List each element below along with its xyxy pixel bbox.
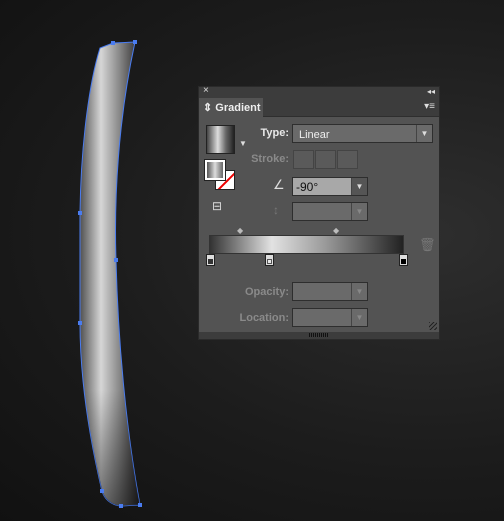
midpoint-diamond[interactable]: ◆ bbox=[333, 226, 339, 235]
chevron-down-icon[interactable]: ▼ bbox=[416, 125, 432, 142]
tab-label: Gradient bbox=[215, 102, 261, 114]
stroke-options bbox=[293, 150, 358, 169]
location-input[interactable]: ▼ bbox=[292, 308, 368, 327]
stroke-label: Stroke: bbox=[251, 153, 289, 165]
trash-icon[interactable]: 🗑 bbox=[419, 237, 436, 253]
color-stop[interactable] bbox=[399, 254, 408, 266]
close-icon[interactable]: × bbox=[203, 85, 209, 96]
chevron-down-icon[interactable]: ▼ bbox=[351, 309, 367, 326]
chevron-down-icon[interactable]: ▼ bbox=[351, 203, 367, 220]
panel-grip[interactable] bbox=[199, 332, 439, 339]
gradient-slider[interactable] bbox=[209, 235, 404, 254]
type-value: Linear bbox=[299, 129, 330, 141]
gradient-panel: × ◂◂ ⇕ Gradient ▾≡ ▼ ⊟ Type: Linear ▼ Strok… bbox=[198, 85, 440, 340]
thumbnail-dropdown-icon[interactable]: ▼ bbox=[239, 139, 247, 148]
collapse-icon[interactable]: ◂◂ bbox=[427, 87, 435, 96]
resize-handle[interactable] bbox=[429, 322, 437, 330]
aspect-ratio-input[interactable]: ▼ bbox=[292, 202, 368, 221]
color-stop[interactable] bbox=[265, 254, 274, 266]
angle-value: -90° bbox=[296, 180, 319, 194]
type-select[interactable]: Linear ▼ bbox=[292, 124, 433, 143]
angle-icon: ∠ bbox=[273, 177, 285, 192]
opacity-input[interactable]: ▼ bbox=[292, 282, 368, 301]
midpoint-diamond[interactable]: ◆ bbox=[237, 226, 243, 235]
stroke-across-button[interactable] bbox=[337, 150, 358, 169]
stroke-along-button[interactable] bbox=[315, 150, 336, 169]
fill-swatch[interactable] bbox=[204, 159, 226, 181]
angle-input[interactable]: -90° ▼ bbox=[292, 177, 368, 196]
chevron-down-icon[interactable]: ▼ bbox=[351, 178, 367, 195]
chevron-down-icon[interactable]: ▼ bbox=[351, 283, 367, 300]
location-label: Location: bbox=[239, 312, 290, 324]
tab-gradient[interactable]: ⇕ Gradient bbox=[199, 98, 263, 118]
gradient-thumbnail[interactable] bbox=[206, 125, 235, 154]
reverse-gradient-icon[interactable]: ⊟ bbox=[212, 199, 222, 213]
stroke-within-button[interactable] bbox=[293, 150, 314, 169]
color-stop[interactable] bbox=[206, 254, 215, 266]
type-label: Type: bbox=[260, 127, 289, 139]
aspect-ratio-icon: ↕ bbox=[273, 203, 279, 217]
panel-menu-icon[interactable]: ▾≡ bbox=[424, 101, 435, 112]
opacity-label: Opacity: bbox=[244, 286, 289, 298]
